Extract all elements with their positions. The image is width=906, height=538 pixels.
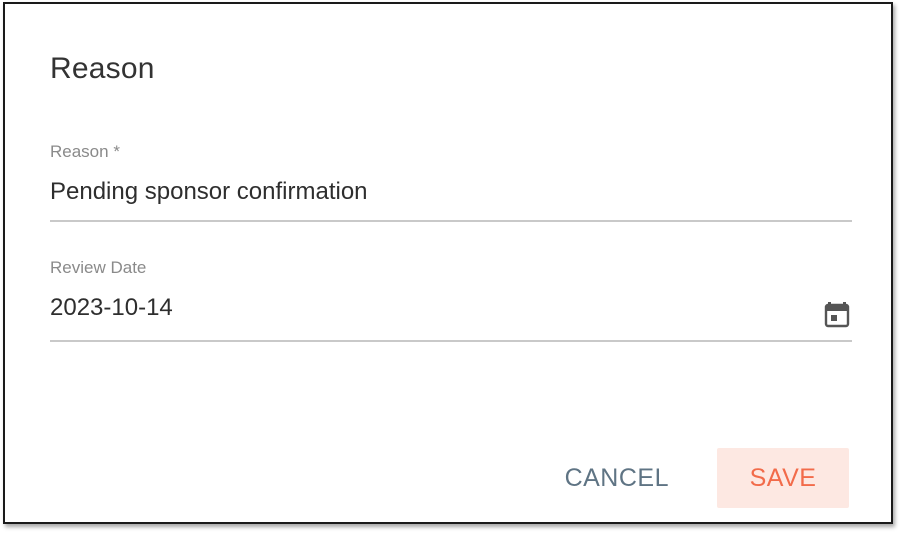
cancel-button[interactable]: CANCEL <box>547 448 687 508</box>
dialog-title: Reason <box>50 52 155 85</box>
reason-underline <box>50 220 852 222</box>
save-button[interactable]: SAVE <box>717 448 849 508</box>
review-date-label: Review Date <box>50 258 147 277</box>
review-date-input[interactable] <box>50 294 810 322</box>
reason-dialog: Reason Reason * Review Date CANCEL SAVE <box>3 2 893 524</box>
dialog-actions: CANCEL SAVE <box>547 448 849 508</box>
review-date-underline <box>50 340 852 342</box>
reason-input[interactable] <box>50 178 810 206</box>
reason-label: Reason * <box>50 142 120 161</box>
review-date-field[interactable]: Review Date <box>50 256 852 342</box>
calendar-icon[interactable] <box>824 300 850 328</box>
reason-field[interactable]: Reason * <box>50 140 852 222</box>
